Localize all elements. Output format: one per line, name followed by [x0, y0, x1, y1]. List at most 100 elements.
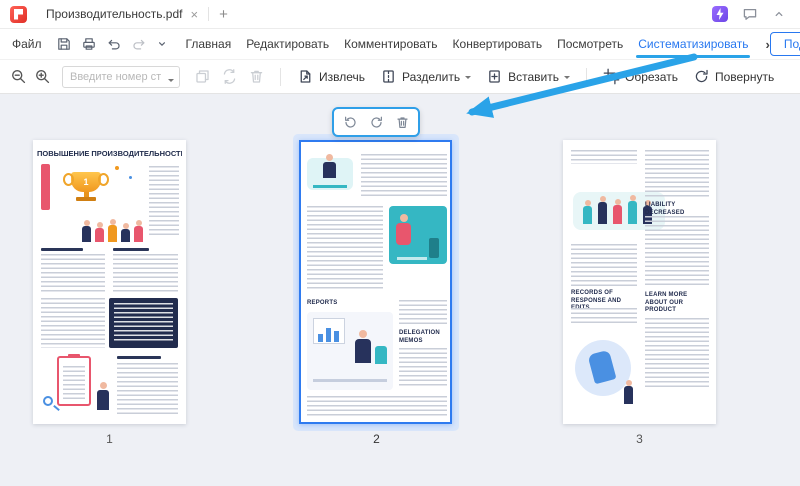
page-number-input[interactable] — [62, 66, 180, 88]
chevron-down-icon — [564, 76, 570, 82]
extract-label: Извлечь — [319, 70, 365, 84]
main-menu: Главная Редактировать Комментировать Кон… — [186, 37, 770, 52]
document-tab[interactable]: Производительность.pdf × — [36, 0, 208, 28]
insert-label: Вставить — [508, 70, 559, 84]
chevron-down-icon[interactable] — [168, 79, 174, 85]
menu-file[interactable]: Файл — [12, 37, 42, 51]
page3-heading-learn: LEARN MORE ABOUT OUR PRODUCT — [645, 292, 709, 315]
page-number-field — [62, 66, 180, 88]
menu-view[interactable]: Посмотреть — [557, 37, 623, 51]
insert-icon — [486, 68, 503, 85]
page-thumbnail-1[interactable]: ПОВЫШЕНИЕ ПРОИЗВОДИТЕЛЬНОСТИ 1 — [33, 140, 186, 424]
clipboard-illustration — [41, 354, 113, 418]
close-tab-icon[interactable]: × — [191, 8, 199, 21]
rotate-button[interactable]: Повернуть — [689, 68, 778, 85]
heading-placeholder — [113, 248, 149, 251]
undo-icon[interactable] — [106, 36, 122, 52]
zoom-in-icon[interactable] — [34, 68, 51, 85]
text-placeholder — [571, 308, 637, 326]
page-number-label: 2 — [300, 432, 453, 446]
share-button[interactable]: Поделиться — [770, 32, 800, 56]
crop-button[interactable]: Обрезать — [599, 68, 682, 85]
redo-icon[interactable] — [131, 36, 147, 52]
titlebar-actions — [712, 6, 800, 22]
heading-placeholder — [41, 248, 83, 251]
trash-icon[interactable] — [395, 115, 410, 130]
toolbar-separator — [280, 68, 281, 86]
text-placeholder — [645, 150, 709, 198]
split-label: Разделить — [402, 70, 460, 84]
text-placeholder — [117, 363, 178, 417]
crop-label: Обрезать — [625, 70, 678, 84]
pdf-editor-window: Производительность.pdf × + Файл Главная … — [0, 0, 800, 486]
replace-icon — [221, 68, 238, 85]
zoom-out-icon[interactable] — [10, 68, 27, 85]
text-placeholder — [645, 318, 709, 388]
trophy-illustration: 1 — [41, 164, 143, 242]
page-organizer-canvas: ПОВЫШЕНИЕ ПРОИЗВОДИТЕЛЬНОСТИ 1 — [0, 94, 800, 486]
page-number-label: 1 — [33, 432, 186, 446]
text-placeholder — [571, 150, 637, 164]
text-placeholder — [399, 300, 447, 324]
quick-access-icons — [56, 36, 168, 52]
disabled-page-actions — [194, 68, 265, 85]
split-icon — [380, 68, 397, 85]
text-placeholder — [307, 396, 447, 418]
menu-edit[interactable]: Редактировать — [246, 37, 329, 51]
chevron-down-icon — [465, 76, 471, 82]
menu-comment[interactable]: Комментировать — [344, 37, 437, 51]
page2-heading-delegation: DELEGATION MEMOS — [399, 330, 447, 345]
tab-title: Производительность.pdf — [46, 7, 183, 21]
page3-heading-liability: LIABILITY DECREASED — [645, 202, 709, 217]
rotate-left-icon[interactable] — [343, 115, 358, 130]
rotate-right-icon[interactable] — [369, 115, 384, 130]
toolbar-separator — [586, 68, 587, 86]
text-placeholder — [571, 244, 637, 286]
menu-convert[interactable]: Конвертировать — [453, 37, 543, 51]
meeting-illustration — [307, 312, 393, 390]
save-icon[interactable] — [56, 36, 72, 52]
text-placeholder — [41, 254, 105, 294]
menu-home[interactable]: Главная — [186, 37, 232, 51]
text-placeholder — [645, 216, 709, 288]
extract-button[interactable]: Извлечь — [293, 68, 369, 85]
text-placeholder — [149, 166, 179, 238]
extract-icon — [297, 68, 314, 85]
menu-organize[interactable]: Систематизировать — [638, 37, 748, 51]
page1-title: ПОВЫШЕНИЕ ПРОИЗВОДИТЕЛЬНОСТИ — [37, 149, 182, 158]
chevron-down-icon[interactable] — [156, 38, 168, 50]
page-number-label: 3 — [563, 432, 716, 446]
split-button[interactable]: Разделить — [376, 68, 475, 85]
desk-illustration — [307, 152, 353, 194]
page-thumbnail-2-selection[interactable]: REPORTS DELEGATION MEMOS — [293, 134, 459, 431]
rotate-label: Повернуть — [715, 70, 774, 84]
person-illustration — [389, 206, 447, 264]
rotate-icon — [693, 68, 710, 85]
page-thumbnail-2[interactable]: REPORTS DELEGATION MEMOS — [299, 140, 452, 424]
trash-icon — [248, 68, 265, 85]
crop-icon — [603, 68, 620, 85]
titlebar: Производительность.pdf × + — [0, 0, 800, 29]
heading-placeholder — [117, 356, 161, 359]
message-icon[interactable] — [742, 6, 758, 22]
text-placeholder — [361, 154, 447, 198]
highlight-box — [109, 298, 178, 348]
upgrade-icon[interactable] — [712, 6, 728, 22]
selected-page-toolbar — [332, 107, 420, 137]
organize-toolbar: Извлечь Разделить Вставить Обрезать Пове… — [0, 60, 800, 94]
duplicate-icon — [194, 68, 211, 85]
text-placeholder — [41, 298, 105, 348]
page2-heading-reports: REPORTS — [307, 300, 337, 308]
page-thumbnail-3[interactable]: RECORDS OF RESPONSE AND EDITS LIABILITY … — [563, 140, 716, 424]
insert-button[interactable]: Вставить — [482, 68, 574, 85]
text-placeholder — [399, 348, 447, 388]
menubar: Файл Главная Редактировать Комментироват… — [0, 29, 800, 60]
text-placeholder — [113, 254, 178, 294]
print-icon[interactable] — [81, 36, 97, 52]
collapse-icon[interactable] — [772, 7, 786, 21]
text-placeholder — [307, 206, 383, 290]
thumbs-up-illustration — [571, 332, 635, 408]
new-tab-button[interactable]: + — [209, 6, 238, 23]
pdfelement-logo — [10, 6, 27, 23]
trophy-number: 1 — [83, 177, 88, 187]
